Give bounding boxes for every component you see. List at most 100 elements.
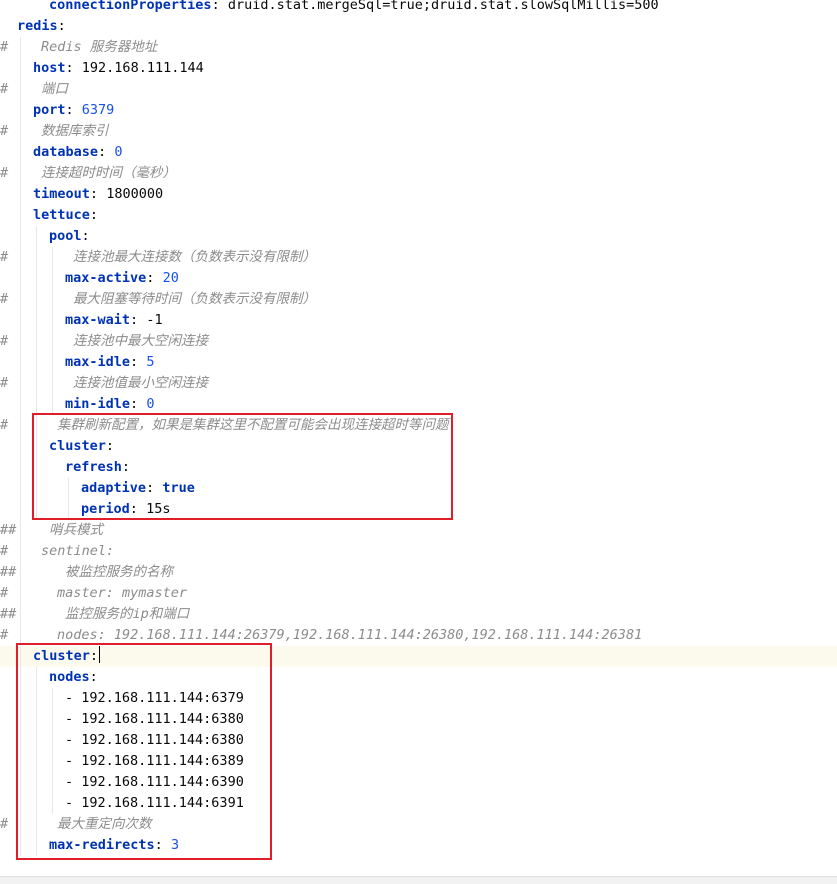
yaml-value: 192.168.111.144 [81, 60, 204, 76]
code-line[interactable]: max-idle: 5 [0, 352, 837, 373]
code-line[interactable]: # sentinel: [0, 541, 837, 562]
code-line[interactable]: # Redis 服务器地址 [0, 37, 837, 58]
comment-marker: # [0, 123, 9, 139]
yaml-key: database [33, 144, 99, 160]
line-content: min-idle: 0 [65, 394, 154, 415]
yaml-key: host [33, 60, 66, 76]
comment-marker: ## [0, 606, 17, 622]
yaml-key: max-active [65, 270, 147, 286]
code-line[interactable]: database: 0 [0, 142, 837, 163]
line-content: 监控服务的ip和端口 [65, 604, 189, 625]
code-line[interactable]: lettuce: [0, 205, 837, 226]
code-line[interactable]: ## 监控服务的ip和端口 [0, 604, 837, 625]
comment-marker: # [0, 375, 9, 391]
code-line[interactable]: ## 哨兵模式 [0, 520, 837, 541]
code-line[interactable]: max-active: 20 [0, 268, 837, 289]
comment-marker: # [0, 81, 9, 97]
yaml-comment: nodes: 192.168.111.144:26379,192.168.111… [57, 627, 643, 643]
line-content: sentinel: [41, 541, 114, 562]
comment-marker: ## [0, 564, 17, 580]
yaml-key: connectionProperties [49, 0, 212, 13]
line-content: 最大阻塞等待时间（负数表示没有限制） [73, 289, 316, 310]
yaml-value: 6379 [81, 102, 115, 118]
yaml-value: 1800000 [106, 186, 164, 202]
line-content: pool: [49, 226, 90, 247]
yaml-colon: : [130, 354, 139, 370]
yaml-value: druid.stat.mergeSql=true;druid.stat.slow… [227, 0, 659, 13]
yaml-colon: : [65, 60, 74, 76]
code-line[interactable]: # master: mymaster [0, 583, 837, 604]
line-content: 连接池中最大空闲连接 [73, 331, 208, 352]
yaml-value: -1 [146, 312, 163, 328]
comment-marker: # [0, 249, 9, 265]
line-content: host: 192.168.111.144 [33, 58, 204, 79]
editor-bottom-bar [0, 876, 837, 884]
yaml-comment: 监控服务的ip和端口 [65, 606, 190, 622]
code-line[interactable]: ## 被监控服务的名称 [0, 562, 837, 583]
line-content: max-wait: -1 [65, 310, 163, 331]
yaml-key: max-idle [65, 354, 131, 370]
comment-marker: # [0, 543, 9, 559]
line-content: redis: [17, 16, 66, 37]
yaml-comment: 端口 [41, 81, 68, 97]
yaml-value: 5 [146, 354, 155, 370]
code-line[interactable]: # 最大阻塞等待时间（负数表示没有限制） [0, 289, 837, 310]
yaml-value: 0 [146, 396, 155, 412]
yaml-colon: : [211, 0, 220, 13]
comment-marker: # [0, 39, 9, 55]
yaml-comment: 连接超时时间（毫秒） [41, 165, 176, 181]
code-line[interactable]: # 连接池中最大空闲连接 [0, 331, 837, 352]
code-line[interactable]: connectionProperties: druid.stat.mergeSq… [0, 0, 837, 16]
yaml-comment: 最大阻塞等待时间（负数表示没有限制） [73, 291, 316, 307]
yaml-colon: : [130, 396, 139, 412]
yaml-comment: 哨兵模式 [49, 522, 103, 538]
yaml-key: redis [17, 18, 58, 34]
comment-marker: # [0, 585, 9, 601]
code-line[interactable]: # 连接池值最小空闲连接 [0, 373, 837, 394]
yaml-value: 20 [162, 270, 179, 286]
yaml-colon: : [57, 18, 66, 34]
comment-marker: # [0, 165, 9, 181]
yaml-comment: Redis 服务器地址 [41, 39, 158, 55]
yaml-colon: : [146, 270, 155, 286]
code-line[interactable]: port: 6379 [0, 100, 837, 121]
line-content: 哨兵模式 [49, 520, 103, 541]
yaml-key: port [33, 102, 66, 118]
code-line[interactable]: timeout: 1800000 [0, 184, 837, 205]
line-content: connectionProperties: druid.stat.mergeSq… [49, 0, 659, 16]
code-line[interactable]: # 连接池最大连接数（负数表示没有限制） [0, 247, 837, 268]
indent-guide [52, 247, 53, 415]
code-line[interactable]: # 连接超时时间（毫秒） [0, 163, 837, 184]
code-line[interactable]: # 端口 [0, 79, 837, 100]
code-line[interactable]: host: 192.168.111.144 [0, 58, 837, 79]
yaml-colon: : [81, 228, 90, 244]
yaml-comment: 连接池值最小空闲连接 [73, 375, 208, 391]
code-line[interactable]: max-wait: -1 [0, 310, 837, 331]
line-content: Redis 服务器地址 [41, 37, 157, 58]
code-line[interactable]: pool: [0, 226, 837, 247]
line-content: 连接池值最小空闲连接 [73, 373, 208, 394]
yaml-key: min-idle [65, 396, 131, 412]
line-content: max-idle: 5 [65, 352, 154, 373]
line-content: 被监控服务的名称 [65, 562, 173, 583]
comment-marker: ## [0, 522, 17, 538]
yaml-editor[interactable]: connectionProperties: druid.stat.mergeSq… [0, 0, 837, 884]
line-content: port: 6379 [33, 100, 114, 121]
yaml-value: 0 [114, 144, 123, 160]
line-content: 数据库索引 [41, 121, 109, 142]
yaml-colon: : [65, 102, 74, 118]
yaml-key: timeout [33, 186, 90, 202]
line-content: master: mymaster [57, 583, 187, 604]
code-line[interactable]: # 数据库索引 [0, 121, 837, 142]
yaml-key: lettuce [33, 207, 90, 223]
code-line[interactable]: redis: [0, 16, 837, 37]
highlight-box-lettuce-cluster [32, 413, 453, 520]
yaml-colon: : [130, 312, 139, 328]
comment-marker: # [0, 291, 9, 307]
line-content: database: 0 [33, 142, 122, 163]
yaml-comment: 被监控服务的名称 [65, 564, 173, 580]
yaml-colon: : [89, 207, 99, 223]
comment-marker: # [0, 627, 9, 643]
code-line[interactable]: min-idle: 0 [0, 394, 837, 415]
yaml-colon: : [89, 186, 99, 202]
